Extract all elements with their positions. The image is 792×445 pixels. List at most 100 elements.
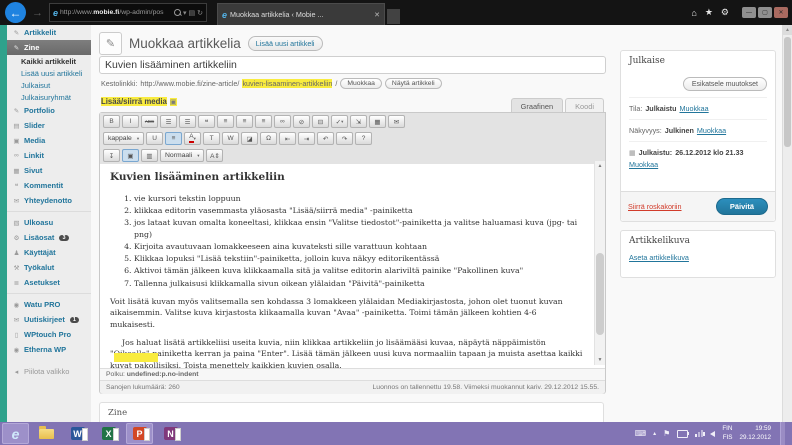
sidebar-item-slider[interactable]: ▤ Slider (7, 118, 91, 133)
style-select[interactable]: Normaali ▾ (160, 149, 204, 162)
network-signal-icon[interactable] (695, 430, 703, 437)
align-right-button[interactable]: ≡ (255, 115, 272, 128)
edit-status-link[interactable]: Muokkaa (679, 104, 708, 113)
bullet-list-button[interactable]: ☰ (160, 115, 177, 128)
remove-link-button[interactable]: ⊘ (293, 115, 310, 128)
align-center-button[interactable]: ≡ (236, 115, 253, 128)
home-icon[interactable]: ⌂ (691, 8, 696, 18)
sidebar-item-lisaosat[interactable]: ⚙ Lisäosat 3 (7, 230, 91, 245)
taskbar-excel-button[interactable]: X (95, 423, 122, 444)
add-new-article-button[interactable]: Lisää uusi artikkeli (248, 36, 323, 51)
edit-permalink-button[interactable]: Muokkaa (340, 78, 382, 89)
sidebar-item-asetukset[interactable]: ≣ Asetukset (7, 275, 91, 290)
sidebar-item-watu-pro[interactable]: ◉ Watu PRO (7, 297, 91, 312)
compatibility-icon[interactable]: ▤ (189, 9, 196, 17)
editor-scrollbar[interactable]: ▲ ▼ (594, 161, 605, 365)
taskbar-explorer-button[interactable] (33, 423, 60, 444)
sidebar-item-kommentit[interactable]: ❝ Kommentit (7, 178, 91, 193)
sidebar-item-kaikki-artikkelit[interactable]: Kaikki artikkelit (7, 55, 91, 67)
sidebar-item-uutiskirjeet[interactable]: ✉ Uutiskirjeet 1 (7, 312, 91, 327)
taskbar-onenote-button[interactable]: N (157, 423, 184, 444)
volume-icon[interactable] (710, 431, 715, 437)
more-tag-button[interactable]: ⊟ (312, 115, 329, 128)
keyboard-icon[interactable]: ⌨ (635, 429, 647, 438)
paragraph-format-select[interactable]: kappale ▾ (103, 132, 144, 145)
url-text[interactable]: http://www.mobie.fi/wp-admin/pos (60, 9, 172, 16)
paste-text-button[interactable]: T (203, 132, 220, 145)
remove-format-button[interactable]: ◪ (241, 132, 258, 145)
align-left-button[interactable]: ≡ (217, 115, 234, 128)
editor-content[interactable]: Kuvien lisääminen artikkeliin vie kursor… (100, 164, 605, 368)
indent-button[interactable]: ⇥ (298, 132, 315, 145)
taskbar-ie-button[interactable]: e (2, 423, 29, 444)
close-button[interactable]: ✕ (774, 7, 788, 18)
browser-forward-button[interactable]: → (32, 7, 43, 19)
read-more-button[interactable]: ▥ (141, 149, 158, 162)
refresh-icon[interactable]: ↻ (197, 9, 203, 17)
tab-close-icon[interactable]: ✕ (374, 11, 380, 19)
taskbar-word-button[interactable]: W (64, 423, 91, 444)
sidebar-item-portfolio[interactable]: ✎ Portfolio (7, 103, 91, 118)
sidebar-item-lisaa-uusi-artikkeli[interactable]: Lisää uusi artikkeli (7, 67, 91, 79)
sidebar-item-sivut[interactable]: ▦ Sivut (7, 163, 91, 178)
scroll-down-icon[interactable]: ▼ (595, 357, 605, 363)
edit-published-link[interactable]: Muokkaa (629, 160, 658, 169)
sidebar-item-wptouch-pro[interactable]: ▯ WPtouch Pro (7, 327, 91, 342)
font-size-button[interactable]: A⇕ (206, 149, 223, 162)
sidebar-item-linkit[interactable]: ∞ Linkit (7, 148, 91, 163)
spellcheck-button[interactable]: ✓▾ (331, 115, 348, 128)
update-button[interactable]: Päivitä (716, 198, 768, 215)
tray-expand-icon[interactable]: ▴ (653, 430, 656, 437)
scrollbar-thumb[interactable] (784, 37, 791, 147)
blockquote-button[interactable]: ❝ (198, 115, 215, 128)
preview-changes-button[interactable]: Esikatsele muutokset (683, 77, 767, 91)
sidebar-collapse-menu[interactable]: ◂ Piilota valikko (7, 364, 91, 379)
justify-button[interactable]: ≡ (165, 132, 182, 145)
image-pull-button[interactable]: ↧ (103, 149, 120, 162)
sidebar-item-tyokalut[interactable]: ⚒ Työkalut (7, 260, 91, 275)
favorites-star-icon[interactable]: ★ (705, 7, 713, 18)
battery-icon[interactable] (677, 430, 688, 438)
address-bar[interactable]: e http://www.mobie.fi/wp-admin/pos ▾ ▤ ↻ (49, 3, 207, 22)
maximize-button[interactable]: ▢ (758, 7, 772, 18)
required-image-button[interactable]: ▣ (122, 149, 139, 162)
numbered-list-button[interactable]: ☰ (179, 115, 196, 128)
sidebar-item-kayttajat[interactable]: ♟ Käyttäjät (7, 245, 91, 260)
kitchen-sink-button[interactable]: ▦ (369, 115, 386, 128)
scroll-up-icon[interactable]: ▲ (783, 25, 792, 35)
help-button[interactable]: ? (355, 132, 372, 145)
mail-button[interactable]: ✉ (388, 115, 405, 128)
show-desktop-button[interactable] (780, 422, 785, 445)
paste-word-button[interactable]: W (222, 132, 239, 145)
page-scrollbar[interactable]: ▲ (782, 25, 792, 422)
browser-back-button[interactable]: ← (5, 2, 26, 23)
sidebar-item-media[interactable]: ▣ Media (7, 133, 91, 148)
sidebar-item-zine[interactable]: ✎ Zine (7, 40, 91, 55)
new-tab-button[interactable] (387, 9, 400, 24)
settings-gear-icon[interactable]: ⚙ (721, 7, 729, 18)
minimize-button[interactable]: — (742, 7, 756, 18)
sidebar-item-julkaisuryhmat[interactable]: Julkaisuryhmät (7, 91, 91, 103)
sidebar-item-julkaisut[interactable]: Julkaisut (7, 79, 91, 91)
redo-button[interactable]: ↷ (336, 132, 353, 145)
view-article-button[interactable]: Näytä artikkeli (385, 78, 442, 89)
underline-button[interactable]: U (146, 132, 163, 145)
language-indicator[interactable]: FIN FIS (722, 425, 732, 441)
insert-link-button[interactable]: ∞ (274, 115, 291, 128)
sidebar-item-ulkoasu[interactable]: ▧ Ulkoasu (7, 215, 91, 230)
search-icon[interactable] (174, 9, 181, 16)
text-color-button[interactable]: A▾ (184, 132, 201, 145)
italic-button[interactable]: I (122, 115, 139, 128)
outdent-button[interactable]: ⇤ (279, 132, 296, 145)
undo-button[interactable]: ↶ (317, 132, 334, 145)
scroll-up-icon[interactable]: ▲ (595, 163, 605, 169)
clock[interactable]: 19:59 29.12.2012 (739, 425, 771, 441)
set-featured-image-link[interactable]: Aseta artikkelikuva (629, 253, 689, 262)
sidebar-item-etherna-wp[interactable]: ◉ Etherna WP (7, 342, 91, 357)
sidebar-item-yhteydenotto[interactable]: ✉ Yhteydenotto (7, 193, 91, 208)
special-char-button[interactable]: Ω (260, 132, 277, 145)
browser-tab[interactable]: e Muokkaa artikkelia ‹ Mobie ... ✕ (217, 3, 385, 25)
move-to-trash-link[interactable]: Siirrä roskakoriin (628, 202, 682, 211)
edit-visibility-link[interactable]: Muokkaa (697, 126, 726, 135)
chevron-down-icon[interactable]: ▾ (183, 9, 187, 17)
